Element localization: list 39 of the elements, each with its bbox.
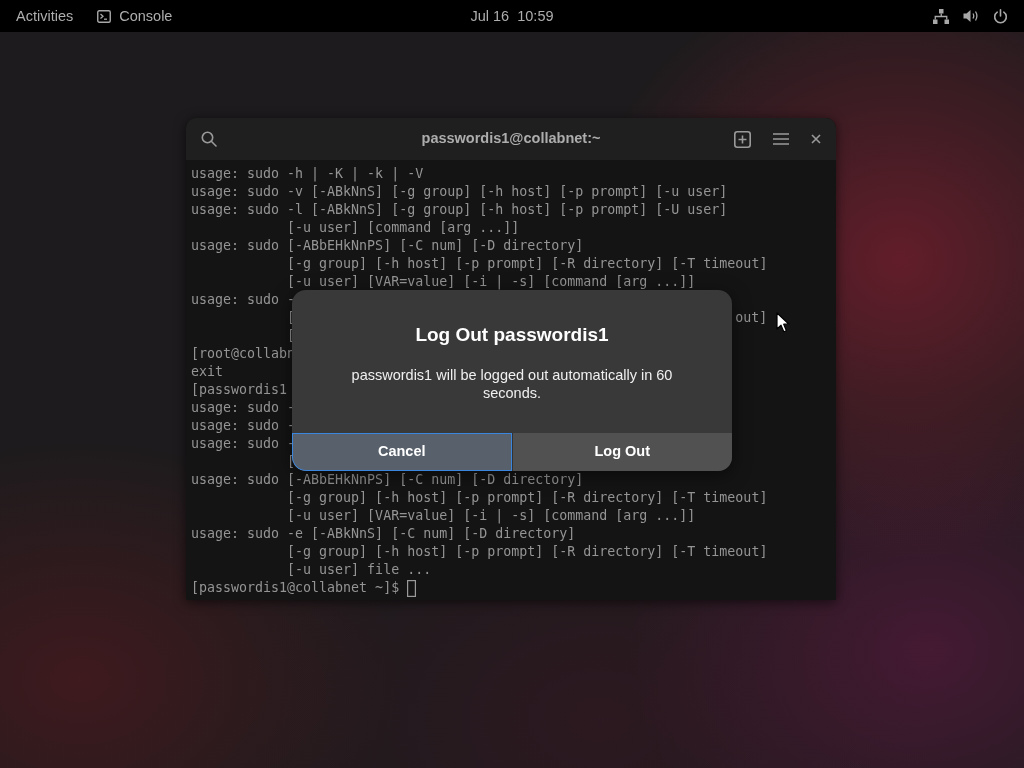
terminal-line: usage: sudo - [191, 399, 296, 417]
terminal-line: [-u user] [command [arg ...]] [287, 219, 520, 237]
power-icon[interactable] [993, 8, 1008, 24]
search-icon[interactable] [201, 131, 217, 147]
terminal-line: usage: sudo [-ABbEHkNnPS] [-C num] [-D directory] [191, 237, 584, 255]
window-title: passwordis1@collabnet:~ [421, 129, 601, 149]
terminal-line: [-u user] [VAR=value] [-i | -s] [command [arg ...]] [287, 507, 696, 525]
terminal-line: [-u user] file ... [287, 561, 432, 579]
clock-button[interactable]: Jul 16 10:59 [470, 0, 554, 32]
terminal-line: usage: sudo -h | -K | -k | -V [191, 165, 424, 183]
app-menu-button[interactable]: Console [97, 0, 173, 32]
close-icon[interactable] [811, 134, 821, 144]
dialog-message: passwordis1 will be logged out automatically in 60 seconds. [350, 366, 674, 402]
text-cursor-icon [407, 579, 417, 597]
volume-icon[interactable] [963, 9, 979, 23]
terminal-line: usage: sudo - [191, 291, 296, 309]
terminal-line: [passwordis1 [191, 381, 288, 399]
menu-icon[interactable] [773, 133, 789, 145]
terminal-icon [97, 9, 112, 23]
terminal-line: usage: sudo -v [-ABkNnS] [-g group] [-h host] [-p prompt] [-u user] [191, 183, 728, 201]
terminal-line: [-u user] [VAR=value] [-i | -s] [command [arg ...]] [287, 273, 696, 291]
terminal-line: [-g group] [-h host] [-p prompt] [-R directory] [-T timeout] [287, 543, 768, 561]
dialog-button[interactable]: Cancel [292, 433, 512, 471]
dialog-title: Log Out passwordis1 [414, 323, 610, 347]
terminal-line: exit [191, 363, 224, 381]
terminal-prompt: [passwordis1@collabnet ~]$ [191, 579, 400, 597]
network-icon[interactable] [933, 8, 949, 24]
terminal-line: usage: sudo -l [-ABkNnS] [-g group] [-h host] [-p prompt] [-U user] [191, 201, 728, 219]
new-tab-icon[interactable] [734, 130, 751, 148]
mouse-pointer-icon [776, 312, 791, 333]
terminal-line: [-g group] [-h host] [-p prompt] [-R directory] [-T timeout] [287, 255, 768, 273]
terminal-line: usage: sudo -e [-ABkNnS] [-C num] [-D directory] [191, 525, 576, 543]
dialog-button[interactable]: Log Out [511, 433, 732, 471]
terminal-line: usage: sudo [-ABbEHkNnPS] [-C num] [-D directory] [191, 471, 584, 489]
terminal-line: [-g group] [-h host] [-p prompt] [-R directory] [-T timeout] [287, 489, 768, 507]
terminal-line: [root@collabn [191, 345, 296, 363]
activities-button[interactable]: Activities [16, 0, 74, 32]
terminal-line: out] [735, 309, 768, 327]
terminal-line: usage: sudo - [191, 417, 296, 435]
